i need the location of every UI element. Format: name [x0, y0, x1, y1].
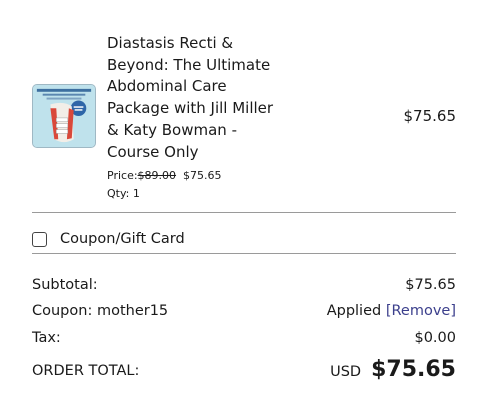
subtotal-label: Subtotal:: [32, 277, 98, 293]
coupon-code-label: Coupon: mother15: [32, 303, 169, 319]
sale-price: $75.65: [183, 169, 222, 182]
tax-label: Tax:: [32, 330, 61, 346]
order-total-value: $75.65: [371, 357, 456, 382]
order-total: USD $75.65: [330, 357, 456, 382]
price-label: Price:: [107, 169, 138, 182]
original-price: $89.00: [137, 169, 177, 182]
product-title[interactable]: Diastasis Recti & Beyond: The Ultimate A…: [107, 33, 287, 163]
quantity-label: Qty: 1: [107, 187, 140, 200]
subtotal-value: $75.65: [405, 277, 456, 293]
coupon-applied-text: Applied: [326, 303, 382, 319]
coupon-checkbox[interactable]: [32, 231, 47, 247]
coupon-toggle[interactable]: Coupon/Gift Card: [32, 231, 185, 247]
price-detail: Price:$89.00 $75.65: [107, 169, 222, 182]
line-item-price: $75.65: [403, 107, 457, 125]
remove-coupon-link[interactable]: [Remove]: [386, 303, 456, 319]
currency-code: USD: [330, 364, 362, 380]
tax-value: $0.00: [414, 330, 456, 346]
product-thumbnail[interactable]: [32, 84, 96, 148]
divider: [32, 212, 456, 213]
course-cover-image: [33, 85, 95, 147]
divider: [32, 253, 456, 254]
order-total-label: ORDER TOTAL:: [32, 363, 140, 379]
coupon-status: Applied [Remove]: [327, 303, 456, 319]
coupon-label[interactable]: Coupon/Gift Card: [60, 231, 185, 247]
